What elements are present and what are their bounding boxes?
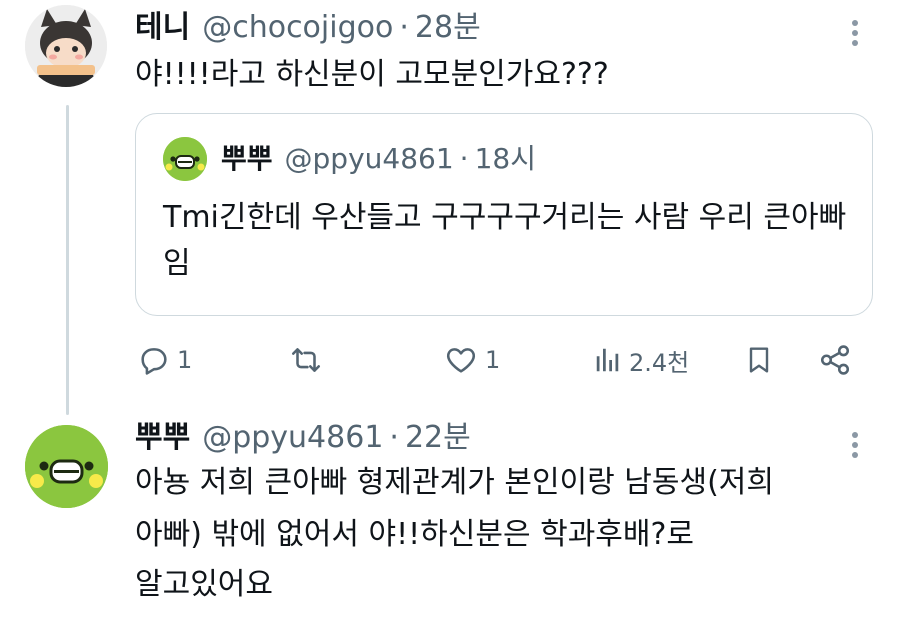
quoted-tweet-card[interactable]: 뿌뿌 @ppyu4861 · 18시 Tmi긴한데 우산들고 구구구구거리는 사… — [135, 113, 873, 316]
tweet-text-line: 알고있어요 — [135, 567, 273, 602]
share-icon — [820, 345, 850, 375]
retweet-icon — [291, 348, 321, 372]
heart-icon — [446, 348, 476, 373]
reply-icon — [141, 348, 167, 375]
quoted-tweet-header: 뿌뿌 @ppyu4861 · 18시 — [221, 141, 536, 177]
tweet-text-line: 아뇽 저희 큰아빠 형제관계가 본인이랑 남동생(저희 — [135, 465, 774, 500]
green-face-avatar-icon[interactable] — [25, 425, 108, 508]
timestamp: 18시 — [474, 142, 536, 175]
share-button[interactable] — [818, 335, 852, 385]
reply-button[interactable]: 1 — [137, 335, 192, 385]
display-name[interactable]: 테니 — [135, 10, 190, 46]
bookmark-icon — [749, 347, 769, 373]
like-count: 1 — [485, 346, 501, 374]
cat-avatar-icon[interactable] — [25, 5, 107, 87]
bookmark-button[interactable] — [743, 335, 775, 385]
user-handle[interactable]: @chocojigoo — [202, 10, 393, 46]
quoted-tweet-text: Tmi긴한데 우산들고 구구구구거리는 사람 우리 큰아빠임 — [163, 200, 847, 281]
user-handle: @ppyu4861 — [284, 142, 454, 175]
views-count: 2.4천 — [629, 348, 690, 377]
timestamp[interactable]: 28분 — [415, 10, 481, 46]
separator-dot: · — [399, 10, 409, 45]
reply-count: 1 — [177, 346, 193, 374]
like-button[interactable]: 1 — [443, 335, 500, 385]
tweet-thread: 테니 @chocojigoo · 28분 야!!!!라고 하신분이 고모분인가요… — [0, 0, 900, 617]
views-button[interactable]: 2.4천 — [593, 335, 689, 385]
timestamp[interactable]: 22분 — [405, 420, 471, 456]
separator-dot: · — [389, 420, 399, 455]
user-handle[interactable]: @ppyu4861 — [202, 420, 383, 456]
more-options-icon[interactable] — [843, 16, 867, 50]
tweet-header: 테니 @chocojigoo · 28분 — [135, 10, 481, 46]
tweet-action-bar: 1 1 2.4천 — [135, 335, 880, 385]
tweet-header: 뿌뿌 @ppyu4861 · 22분 — [135, 420, 471, 456]
display-name: 뿌뿌 — [221, 142, 273, 175]
bar-chart-icon — [596, 348, 619, 372]
separator-dot: · — [459, 142, 469, 175]
display-name[interactable]: 뿌뿌 — [135, 420, 190, 456]
tweet-text: 야!!!!라고 하신분이 고모분인가요??? — [135, 57, 609, 92]
tweet-text-line: 아빠) 밖에 없어서 야!!하신분은 학과후배?로 — [135, 517, 695, 552]
retweet-button[interactable] — [288, 335, 330, 385]
thread-connector-line — [66, 105, 69, 415]
more-options-icon[interactable] — [843, 428, 867, 462]
green-face-avatar-icon — [163, 137, 207, 181]
